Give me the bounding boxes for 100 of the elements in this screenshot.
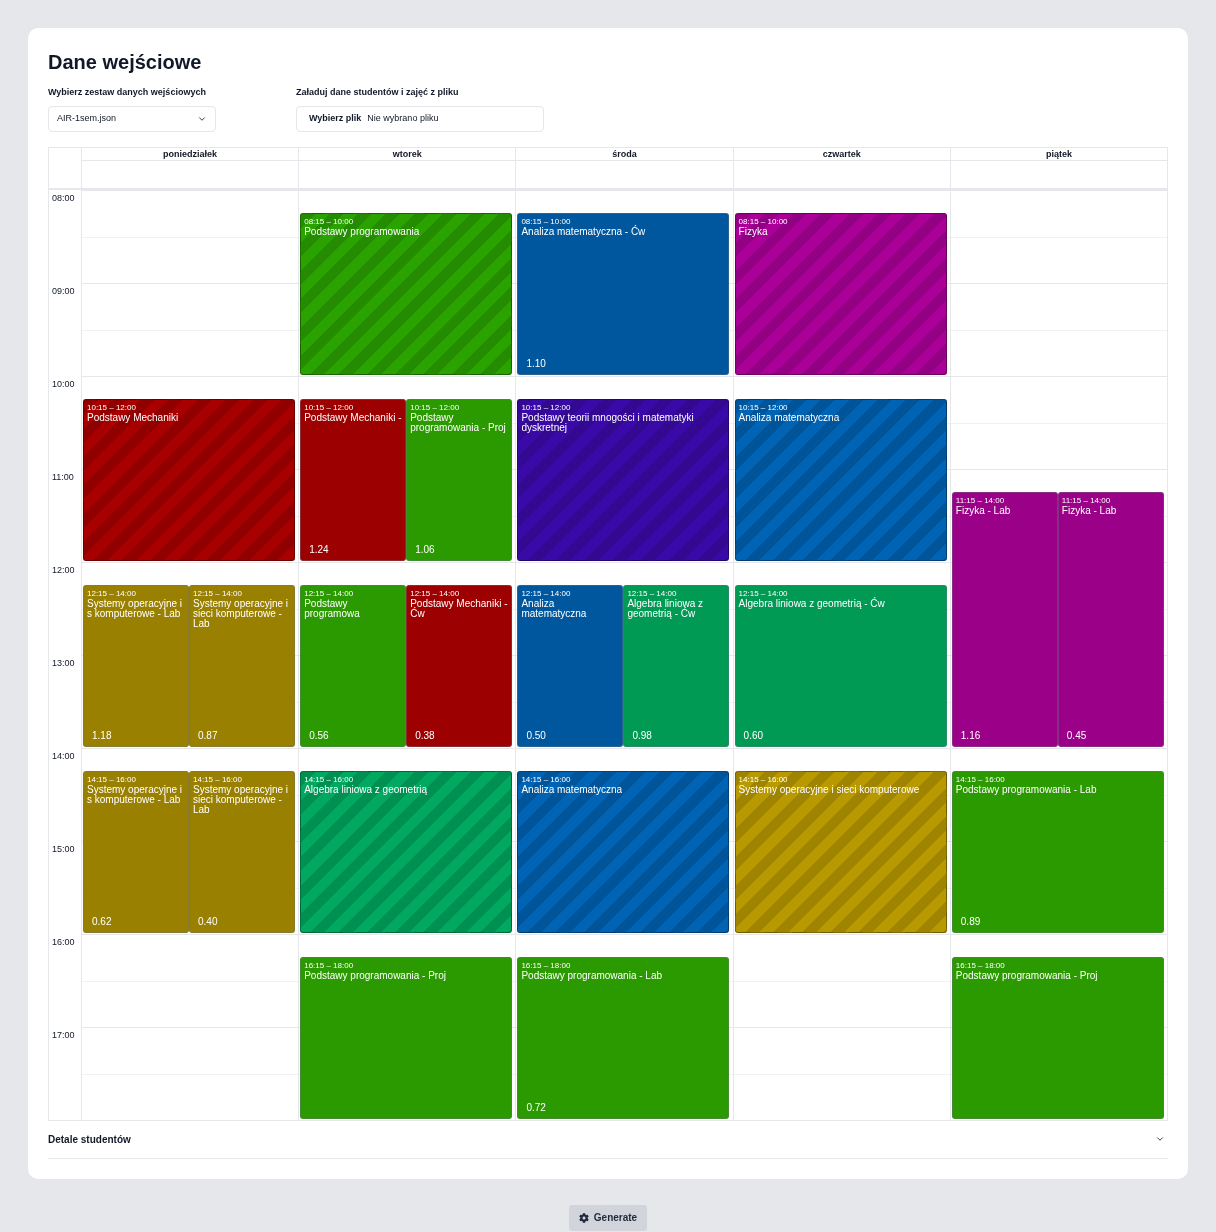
event-title: Podstawy programowania - Proj: [955, 970, 1099, 981]
choose-file-button[interactable]: Wybierz plik: [309, 111, 362, 126]
calendar-event[interactable]: 10:15 – 12:00 Podstawy Mechaniki - 1.24: [300, 398, 407, 561]
field-label: Załaduj dane studentów i zajęć z pliku: [296, 86, 460, 99]
event-title: Podstawy programowania - Lab: [955, 784, 1098, 795]
hour-label: 16:00: [52, 935, 75, 949]
event-title: Podstawy programowa: [304, 598, 361, 619]
calendar-event[interactable]: 16:15 – 18:00 Podstawy programowania - Proj: [300, 956, 513, 1119]
event-title: Podstawy programowania - Proj: [410, 412, 507, 433]
event-score: 0.56: [308, 729, 330, 742]
event-score: 0.38: [414, 729, 436, 742]
event-score: 0.62: [91, 915, 113, 928]
event-score: 1.06: [414, 543, 436, 556]
page-title: Dane wejściowe: [48, 50, 203, 75]
event-title: Podstawy teorii mnogości i matematyki dyskretnej: [521, 412, 695, 433]
event-time: 12:15 – 14:00: [738, 587, 789, 599]
calendar-event[interactable]: 14:15 – 16:00 Systemy operacyjne i s komputerowe - Lab 0.62: [83, 770, 189, 933]
chevron-icon: [1155, 1134, 1165, 1144]
event-time: 14:15 – 16:00: [955, 773, 1006, 785]
event-time: 16:15 – 18:00: [304, 959, 355, 971]
calendar-event[interactable]: 14:15 – 16:00 Systemy operacyjne i sieci komputerowe: [734, 770, 947, 933]
event-time: 14:15 – 16:00: [87, 773, 137, 785]
event-time: 12:15 – 14:00: [521, 587, 572, 599]
event-title: Systemy operacyjne i sieci komputerowe - Lab: [193, 598, 290, 629]
event-score: 0.72: [525, 1101, 547, 1114]
calendar-event[interactable]: 12:15 – 14:00 Podstawy programowa 0.56: [300, 584, 407, 747]
calendar-event[interactable]: 12:15 – 14:00 Algebra liniowa z geometrią - Ćw 0.60: [734, 584, 947, 747]
event-time: 12:15 – 14:00: [627, 587, 678, 599]
calendar-event[interactable]: 14:15 – 16:00 Analiza matematyczna: [517, 770, 730, 933]
event-score: 1.24: [308, 543, 330, 556]
event-score: 0.40: [197, 915, 219, 928]
calendar-event[interactable]: 08:15 – 10:00 Podstawy programowania: [300, 212, 513, 375]
hour-label: 14:00: [52, 749, 75, 763]
event-time: 10:15 – 12:00: [738, 401, 789, 413]
details-accordion[interactable]: Detale studentów: [48, 1120, 1168, 1159]
hour-label: 13:00: [52, 656, 75, 670]
calendar-event[interactable]: 12:15 – 14:00 Podstawy Mechaniki - Ćw 0.38: [406, 584, 513, 747]
calendar-event[interactable]: 10:15 – 12:00 Analiza matematyczna: [734, 398, 947, 561]
hour-label: 17:00: [52, 1028, 75, 1042]
calendar-event[interactable]: 16:15 – 18:00 Podstawy programowania - Proj: [951, 956, 1164, 1119]
calendar-event[interactable]: 11:15 – 14:00 Fizyka - Lab 1.16: [951, 491, 1058, 747]
event-title: Podstawy Mechaniki: [87, 412, 180, 423]
event-score: 0.45: [1065, 729, 1088, 742]
event-score: 0.98: [631, 729, 653, 742]
calendar-event[interactable]: 10:15 – 12:00 Podstawy programowania - Proj 1.06: [406, 398, 513, 561]
event-time: 08:15 – 10:00: [304, 215, 355, 227]
calendar-event[interactable]: 14:15 – 16:00 Algebra liniowa z geometrią: [300, 770, 513, 933]
calendar-event[interactable]: 08:15 – 10:00 Analiza matematyczna - Ćw 1.10: [517, 212, 730, 375]
event-time: 08:15 – 10:00: [738, 215, 789, 227]
event-title: Podstawy programowania - Proj: [304, 970, 447, 981]
event-title: Systemy operacyjne i s komputerowe - Lab: [87, 784, 184, 805]
event-title: Podstawy programowania: [304, 226, 421, 237]
field-label: Wybierz zestaw danych wejściowych: [48, 86, 207, 99]
hour-label: 08:00: [52, 191, 75, 205]
event-title: Fizyka - Lab: [955, 505, 1012, 516]
hour-label: 10:00: [52, 377, 75, 391]
event-score: 1.18: [91, 729, 113, 742]
event-title: Fizyka - Lab: [1061, 505, 1118, 516]
hour-label: 12:00: [52, 563, 75, 577]
calendar-event[interactable]: 16:15 – 18:00 Podstawy programowania - Lab 0.72: [517, 956, 730, 1119]
calendar-event[interactable]: 12:15 – 14:00 Algebra liniowa z geometrią - Ćw 0.98: [623, 584, 730, 747]
event-title: Algebra liniowa z geometrią: [304, 784, 429, 795]
event-time: 14:15 – 16:00: [738, 773, 789, 785]
event-time: 10:15 – 12:00: [87, 401, 137, 413]
calendar-event[interactable]: 08:15 – 10:00 Fizyka: [734, 212, 947, 375]
event-time: 10:15 – 12:00: [304, 401, 355, 413]
hour-label: 15:00: [52, 842, 75, 856]
event-time: 14:15 – 16:00: [521, 773, 572, 785]
calendar-event[interactable]: 14:15 – 16:00 Systemy operacyjne i sieci komputerowe - Lab 0.40: [189, 770, 295, 933]
event-title: Algebra liniowa z geometrią - Ćw: [738, 598, 886, 609]
calendar-event[interactable]: 10:15 – 12:00 Podstawy teorii mnogości i matematyki dyskretnej: [517, 398, 730, 561]
calendar-event[interactable]: 12:15 – 14:00 Systemy operacyjne i s komputerowe - Lab 1.18: [83, 584, 189, 747]
event-time: 16:15 – 18:00: [955, 959, 1006, 971]
day-header: piątek: [950, 147, 1167, 161]
event-title: Analiza matematyczna: [738, 412, 841, 423]
calendar-event[interactable]: 12:15 – 14:00 Analiza matematyczna 0.50: [517, 584, 624, 747]
event-time: 12:15 – 14:00: [87, 587, 137, 599]
calendar-event[interactable]: 12:15 – 14:00 Systemy operacyjne i sieci komputerowe - Lab 0.87: [189, 584, 295, 747]
event-time: 10:15 – 12:00: [410, 401, 461, 413]
event-title: Analiza matematyczna: [521, 784, 623, 795]
event-title: Analiza matematyczna - Ćw: [521, 226, 647, 237]
event-time: 11:15 – 14:00: [955, 494, 1006, 506]
calendar-event[interactable]: 11:15 – 14:00 Fizyka - Lab 0.45: [1057, 491, 1164, 747]
event-score: 0.87: [197, 729, 219, 742]
file-status: Nie wybrano pliku: [367, 111, 439, 125]
hour-label: 11:00: [52, 470, 74, 484]
calendar-event[interactable]: 10:15 – 12:00 Podstawy Mechaniki: [83, 398, 295, 561]
calendar-event[interactable]: 14:15 – 16:00 Podstawy programowania - Lab 0.89: [951, 770, 1164, 933]
event-title: Fizyka: [738, 226, 769, 237]
dataset-select[interactable]: AIR-1sem.json: [48, 105, 216, 132]
file-field[interactable]: Wybierz plik Nie wybrano pliku: [296, 105, 544, 132]
event-time: 12:15 – 14:00: [304, 587, 355, 599]
event-score: 0.89: [959, 915, 982, 928]
day-header: poniedziałek: [82, 147, 299, 161]
event-time: 08:15 – 10:00: [521, 215, 572, 227]
event-score: 1.16: [959, 729, 982, 742]
event-time: 12:15 – 14:00: [410, 587, 461, 599]
generate-button[interactable]: Generate: [568, 1204, 648, 1231]
event-title: Systemy operacyjne i s komputerowe - Lab: [87, 598, 184, 619]
event-time: 10:15 – 12:00: [521, 401, 572, 413]
